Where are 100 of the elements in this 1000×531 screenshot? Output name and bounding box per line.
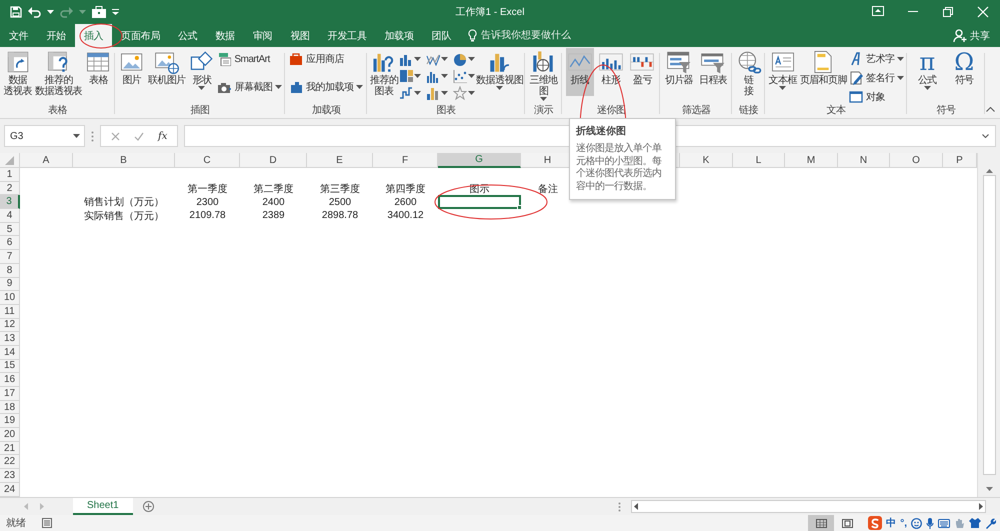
row-header[interactable]: 4 <box>0 209 20 223</box>
column-header[interactable]: B <box>73 153 175 168</box>
column-header[interactable]: G <box>438 153 521 168</box>
row-header[interactable]: 3 <box>0 195 20 210</box>
ribbon-button[interactable]: π 公式 <box>916 48 938 96</box>
column-header[interactable]: O <box>890 153 943 168</box>
column-header[interactable]: F <box>373 153 438 168</box>
row-header[interactable]: 20 <box>0 428 20 442</box>
row-header[interactable]: 15 <box>0 360 20 374</box>
row-header[interactable]: 1 <box>0 168 20 182</box>
row-header[interactable]: 19 <box>0 414 20 428</box>
ribbon-button[interactable]: 数据透视表 <box>2 48 33 98</box>
column-header[interactable]: D <box>240 153 307 168</box>
horizontal-scrollbar[interactable] <box>631 500 986 513</box>
column-header[interactable]: N <box>838 153 890 168</box>
chart-type-button[interactable] <box>453 69 476 83</box>
ribbon-button[interactable]: 应用商店 <box>288 52 364 66</box>
row-header[interactable]: 11 <box>0 304 20 319</box>
fill-handle[interactable] <box>517 205 522 210</box>
undo-icon[interactable] <box>28 6 41 18</box>
name-box[interactable]: G3 <box>4 125 85 147</box>
ribbon-button[interactable]: 链接 <box>734 48 762 98</box>
normal-view-icon[interactable] <box>816 518 827 528</box>
column-header[interactable]: M <box>785 153 838 168</box>
close-icon[interactable] <box>976 6 988 18</box>
input-mode-toggle[interactable]: 中 <box>886 516 896 530</box>
row-header[interactable]: 24 <box>0 482 20 496</box>
ribbon-button[interactable]: 日程表 <box>698 48 728 96</box>
scroll-down-icon[interactable] <box>986 487 992 491</box>
row-header[interactable]: 16 <box>0 373 20 387</box>
insert-function-button[interactable]: fx <box>158 130 168 142</box>
row-header[interactable]: 22 <box>0 455 20 470</box>
ribbon-button[interactable]: 艺术字 <box>848 52 904 66</box>
row-header[interactable]: 8 <box>0 264 20 278</box>
chart-type-button[interactable] <box>399 86 422 100</box>
ribbon-button[interactable]: 我的加载项 <box>288 80 364 94</box>
ribbon-button[interactable]: 对象 <box>848 90 904 104</box>
ribbon-tab[interactable]: 开发工具 <box>318 24 376 47</box>
ribbon-tab[interactable]: 团队 <box>422 24 460 47</box>
ribbon-button[interactable]: 图片 <box>118 48 146 96</box>
ribbon-button[interactable]: 三维地图 <box>528 48 559 102</box>
ribbon-button[interactable]: 联机图片 <box>147 48 187 96</box>
ribbon-button[interactable]: Ω 符号 <box>953 48 976 96</box>
selected-cell[interactable] <box>438 195 521 210</box>
ribbon-tab[interactable]: 开始 <box>37 24 75 47</box>
shirt-icon[interactable] <box>969 518 981 528</box>
ribbon-tab[interactable]: 审阅 <box>244 24 282 47</box>
scroll-up-icon[interactable] <box>986 169 992 173</box>
row-header[interactable]: 12 <box>0 318 20 332</box>
ribbon-button[interactable]: 形状 <box>188 48 216 96</box>
chart-type-button[interactable] <box>426 86 448 100</box>
ribbon-button[interactable]: 盈亏 <box>628 48 656 96</box>
chart-type-button[interactable] <box>399 52 422 66</box>
row-header[interactable]: 7 <box>0 250 20 264</box>
column-header[interactable]: L <box>733 153 785 168</box>
ribbon-tab[interactable]: 加载项 <box>375 24 423 47</box>
row-header[interactable]: 17 <box>0 387 20 401</box>
row-header[interactable]: 14 <box>0 346 20 360</box>
row-header[interactable]: 9 <box>0 278 20 292</box>
ribbon-button[interactable]: 页眉和页脚 <box>798 48 848 96</box>
row-header[interactable]: 2 <box>0 182 20 196</box>
ribbon-tab[interactable]: 数据 <box>206 24 244 47</box>
smiley-icon[interactable] <box>911 518 922 528</box>
sheet-tab[interactable]: Sheet1 <box>73 498 133 515</box>
row-header[interactable]: 21 <box>0 442 20 456</box>
column-header[interactable]: C <box>175 153 240 168</box>
row-header[interactable]: 10 <box>0 291 20 305</box>
ribbon-button[interactable]: 表格 <box>84 48 112 96</box>
expand-icon[interactable] <box>982 134 989 138</box>
microphone-icon[interactable] <box>926 518 934 528</box>
tell-me-field[interactable]: 告诉我你想要做什么 <box>480 30 601 41</box>
column-header[interactable]: K <box>680 153 733 168</box>
chart-type-button[interactable] <box>399 69 422 83</box>
vertical-scrollbar[interactable] <box>977 153 1000 497</box>
chart-type-button[interactable] <box>426 69 448 83</box>
briefcase-icon[interactable] <box>92 6 106 18</box>
ribbon-tab[interactable]: 公式 <box>169 24 206 47</box>
ribbon-button[interactable]: SmartArt <box>217 52 282 66</box>
column-header[interactable]: P <box>943 153 977 168</box>
ribbon-button[interactable]: 签名行 <box>848 71 904 85</box>
ribbon-options-icon[interactable] <box>872 6 884 18</box>
column-header[interactable]: A <box>20 153 73 168</box>
ribbon-button[interactable]: 推荐的图表 <box>369 48 400 98</box>
person-add-icon[interactable] <box>953 29 967 42</box>
chart-type-button[interactable] <box>453 52 476 66</box>
row-header[interactable]: 13 <box>0 332 20 346</box>
ribbon-tab[interactable]: 插入 <box>74 24 112 47</box>
ribbon-tab[interactable]: 文件 <box>0 24 38 47</box>
keyboard-icon[interactable] <box>938 518 950 528</box>
scroll-right-icon[interactable] <box>979 503 983 510</box>
ribbon-button[interactable]: 切片器 <box>664 48 694 96</box>
add-sheet-icon[interactable] <box>142 501 154 512</box>
chart-type-button[interactable] <box>426 52 448 66</box>
row-header[interactable]: 18 <box>0 400 20 414</box>
ribbon-button[interactable]: 文本框 <box>768 48 798 96</box>
share-button[interactable]: 共享 <box>970 28 990 42</box>
customize-icon[interactable] <box>112 9 119 15</box>
ime-logo-icon[interactable] <box>868 516 882 530</box>
ribbon-button[interactable]: 屏幕截图 <box>217 80 282 94</box>
collapse-icon[interactable] <box>986 107 995 112</box>
